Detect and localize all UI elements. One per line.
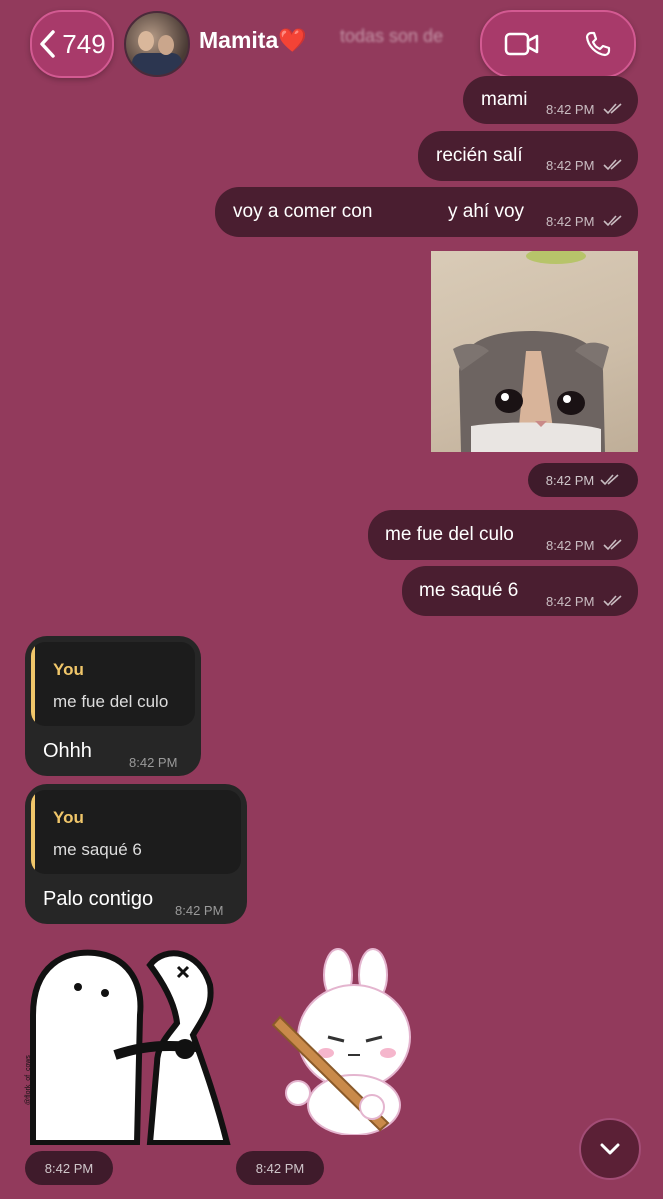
message-time: 8:42 PM bbox=[546, 102, 595, 117]
reply-author: You bbox=[53, 660, 84, 679]
message-preview: todas son de bbox=[340, 26, 444, 46]
back-button[interactable]: 749 bbox=[30, 10, 114, 78]
message-time: 8:42 PM bbox=[175, 903, 224, 918]
scroll-to-bottom-button[interactable] bbox=[579, 1118, 641, 1180]
cat-photo[interactable] bbox=[431, 251, 638, 452]
image-timestamp: 8:42 PM bbox=[528, 463, 638, 497]
reply-author: You bbox=[53, 808, 84, 827]
message-time: 8:42 PM bbox=[546, 594, 595, 609]
message-text: me saqué 6 bbox=[419, 580, 519, 601]
unread-count: 749 bbox=[62, 28, 106, 59]
sticker-watermark: @flork_of_cows bbox=[25, 1055, 32, 1105]
double-check-icon bbox=[603, 159, 622, 171]
message-text: recién salí bbox=[436, 145, 523, 166]
sticker-timestamp: 8:42 PM bbox=[25, 1151, 113, 1185]
message-time: 8:42 PM bbox=[545, 472, 595, 488]
reply-quote[interactable]: You me fue del culo bbox=[31, 642, 195, 726]
avatar[interactable] bbox=[124, 11, 190, 77]
double-check-icon bbox=[600, 474, 619, 486]
message-time: 8:42 PM bbox=[129, 755, 178, 770]
contact-name[interactable]: Mamita❤️ bbox=[199, 27, 307, 54]
message-text: Palo contigo bbox=[43, 888, 154, 910]
message-time: 8:42 PM bbox=[546, 538, 595, 553]
flork-sticker[interactable]: @flork_of_cows bbox=[25, 945, 231, 1146]
double-check-icon bbox=[603, 595, 622, 607]
reply-accent-bar bbox=[31, 790, 35, 874]
double-check-icon bbox=[603, 539, 622, 551]
message-time: 8:42 PM bbox=[546, 158, 595, 173]
chevron-down-icon bbox=[600, 1143, 620, 1155]
reply-quote[interactable]: You me saqué 6 bbox=[31, 790, 241, 874]
bunny-bat-sticker[interactable] bbox=[268, 945, 418, 1136]
incoming-message[interactable]: You me saqué 6 Palo contigo 8:42 PM bbox=[25, 784, 247, 924]
video-call-button[interactable] bbox=[504, 31, 540, 57]
message-time: 8:42 PM bbox=[44, 1160, 94, 1176]
reply-text: me fue del culo bbox=[53, 692, 169, 711]
video-camera-icon bbox=[504, 32, 539, 56]
outgoing-message[interactable]: me saqué 6 8:42 PM bbox=[402, 566, 638, 616]
outgoing-message[interactable]: recién salí 8:42 PM bbox=[418, 131, 638, 181]
reply-text: me saqué 6 bbox=[53, 840, 142, 859]
outgoing-message[interactable]: voy a comer con y ahí voy 8:42 PM bbox=[215, 187, 638, 237]
message-time: 8:42 PM bbox=[546, 214, 595, 229]
sticker-timestamp: 8:42 PM bbox=[236, 1151, 324, 1185]
message-time: 8:42 PM bbox=[255, 1160, 305, 1176]
outgoing-message[interactable]: mami 8:42 PM bbox=[463, 76, 638, 124]
message-text: voy a comer con bbox=[233, 201, 373, 222]
reply-accent-bar bbox=[31, 642, 35, 726]
double-check-icon bbox=[603, 103, 622, 115]
call-actions bbox=[480, 10, 636, 78]
chevron-left-icon bbox=[40, 30, 56, 58]
message-text: me fue del culo bbox=[385, 524, 514, 545]
message-text: y ahí voy bbox=[448, 201, 525, 222]
phone-icon bbox=[585, 31, 611, 57]
message-text: Ohhh bbox=[43, 740, 92, 762]
incoming-message[interactable]: You me fue del culo Ohhh 8:42 PM bbox=[25, 636, 201, 776]
outgoing-message[interactable]: me fue del culo 8:42 PM bbox=[368, 510, 638, 560]
double-check-icon bbox=[603, 215, 622, 227]
voice-call-button[interactable] bbox=[584, 30, 612, 58]
message-text: mami bbox=[481, 89, 528, 110]
